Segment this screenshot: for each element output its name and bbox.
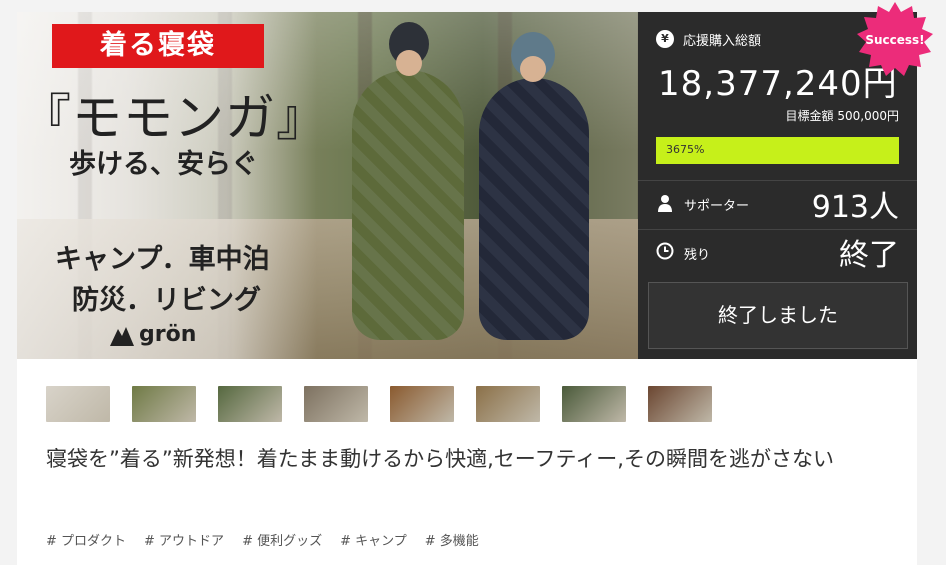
person-face xyxy=(520,56,546,82)
remaining-value: 終了 xyxy=(839,238,899,273)
thumbnail-image[interactable] xyxy=(304,386,368,422)
total-label: 応援購入総額 xyxy=(683,34,762,49)
person-face xyxy=(396,50,422,76)
user-icon xyxy=(658,195,672,212)
person-navy-coat xyxy=(479,78,589,340)
thumbnail-image[interactable] xyxy=(218,386,282,422)
hero-title: 『モモンガ』 xyxy=(21,89,327,147)
hero-image[interactable]: 着る寝袋 『モモンガ』 歩ける、安らぐ キャンプ．車中泊 防災．リビング grö… xyxy=(17,12,638,359)
thumbnail-image[interactable] xyxy=(648,386,712,422)
hero-badge: 着る寝袋 xyxy=(52,24,264,68)
divider xyxy=(638,180,917,181)
tag-link[interactable]: # キャンプ xyxy=(340,530,407,549)
clock-icon xyxy=(656,242,674,260)
brand-logo-text: grön xyxy=(139,322,197,347)
tag-link[interactable]: # 多機能 xyxy=(425,530,479,549)
goal-amount: 目標金額 500,000円 xyxy=(785,109,899,123)
tag-link[interactable]: # アウトドア xyxy=(144,530,224,549)
supporters-label: サポーター xyxy=(684,199,750,214)
brand-logo: grön xyxy=(109,322,196,347)
thumbnail-image[interactable] xyxy=(46,386,110,422)
campaign-ended-button[interactable]: 終了しました xyxy=(648,282,908,349)
tag-link[interactable]: # 便利グッズ xyxy=(242,530,322,549)
person-green-coat xyxy=(352,70,464,340)
supporters-value: 913人 xyxy=(811,190,899,225)
thumbnail-strip xyxy=(46,386,712,422)
thumbnail-image[interactable] xyxy=(390,386,454,422)
tag-list: # プロダクト # アウトドア # 便利グッズ # キャンプ # 多機能 xyxy=(46,530,479,549)
tag-link[interactable]: # プロダクト xyxy=(46,530,126,549)
thumbnail-image[interactable] xyxy=(476,386,540,422)
progress-bar: 3675% xyxy=(656,137,899,164)
yen-icon: ¥ xyxy=(656,30,674,48)
hero-line-2: 防災．リビング xyxy=(72,285,261,316)
thumbnail-image[interactable] xyxy=(132,386,196,422)
project-card: 着る寝袋 『モモンガ』 歩ける、安らぐ キャンプ．車中泊 防災．リビング grö… xyxy=(17,2,933,565)
remaining-label: 残り xyxy=(684,248,711,263)
mountain-icon xyxy=(110,326,134,346)
hero-line-1: キャンプ．車中泊 xyxy=(55,244,270,275)
project-title: 寝袋を”着る”新発想！着たまま動けるから快適,セーフティー,その瞬間を逃がさない xyxy=(46,447,834,471)
success-badge-text: Success! xyxy=(865,33,925,47)
progress-text: 3675% xyxy=(666,143,705,156)
hero-subtitle: 歩ける、安らぐ xyxy=(69,149,258,180)
success-badge: Success! xyxy=(855,0,935,80)
thumbnail-image[interactable] xyxy=(562,386,626,422)
